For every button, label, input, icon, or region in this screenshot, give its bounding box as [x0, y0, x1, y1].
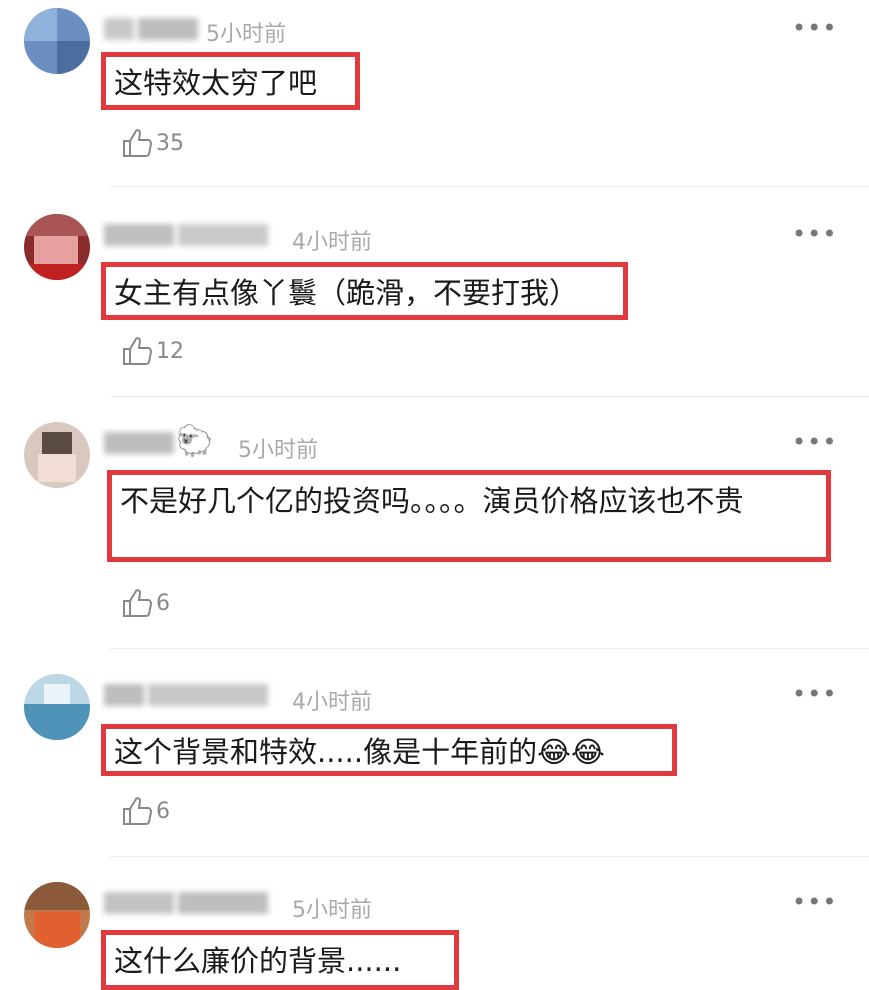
thumbs-up-icon — [123, 589, 153, 617]
comment-text: 这特效太穷了吧 — [101, 52, 360, 110]
like-count: 6 — [156, 590, 170, 616]
comment-time: 4小时前 — [292, 690, 372, 715]
comment-time: 5小时前 — [238, 438, 318, 463]
thumbs-up-icon — [123, 129, 153, 157]
comment-text: 这个背景和特效.....像是十年前的😂😂 — [101, 724, 677, 776]
like-button[interactable]: 12 — [120, 334, 184, 368]
thumbs-up-icon — [123, 337, 153, 365]
divider — [110, 396, 869, 397]
comment-time: 5小时前 — [206, 22, 286, 47]
avatar[interactable] — [24, 674, 90, 740]
like-count: 6 — [156, 798, 170, 824]
divider — [110, 856, 869, 857]
more-options-icon[interactable]: ••• — [792, 14, 837, 42]
comment-time: 4小时前 — [292, 230, 372, 255]
like-button[interactable]: 6 — [120, 586, 170, 620]
like-count: 12 — [156, 338, 184, 364]
comment-text: 这什么廉价的背景...... — [101, 930, 459, 990]
like-button[interactable]: 35 — [120, 126, 184, 160]
username[interactable] — [104, 18, 202, 44]
avatar[interactable] — [24, 882, 90, 948]
sheep-emoji-icon: 🐑 — [176, 424, 214, 459]
more-options-icon[interactable]: ••• — [792, 888, 837, 916]
more-options-icon[interactable]: ••• — [792, 680, 837, 708]
username[interactable] — [104, 432, 178, 458]
comment-text: 女主有点像丫鬟（跪滑，不要打我） — [101, 262, 628, 320]
username[interactable] — [104, 684, 272, 710]
avatar[interactable] — [24, 214, 90, 280]
thumbs-up-icon — [123, 797, 153, 825]
divider — [110, 648, 869, 649]
divider — [110, 186, 869, 187]
username[interactable] — [104, 892, 272, 918]
avatar[interactable] — [24, 8, 90, 74]
comment-text: 不是好几个亿的投资吗。。。。演员价格应该也不贵 — [107, 470, 831, 562]
like-count: 35 — [156, 130, 184, 156]
like-button[interactable]: 6 — [120, 794, 170, 828]
comment-time: 5小时前 — [292, 898, 372, 923]
more-options-icon[interactable]: ••• — [792, 220, 837, 248]
more-options-icon[interactable]: ••• — [792, 428, 837, 456]
avatar[interactable] — [24, 422, 90, 488]
username[interactable] — [104, 224, 272, 250]
